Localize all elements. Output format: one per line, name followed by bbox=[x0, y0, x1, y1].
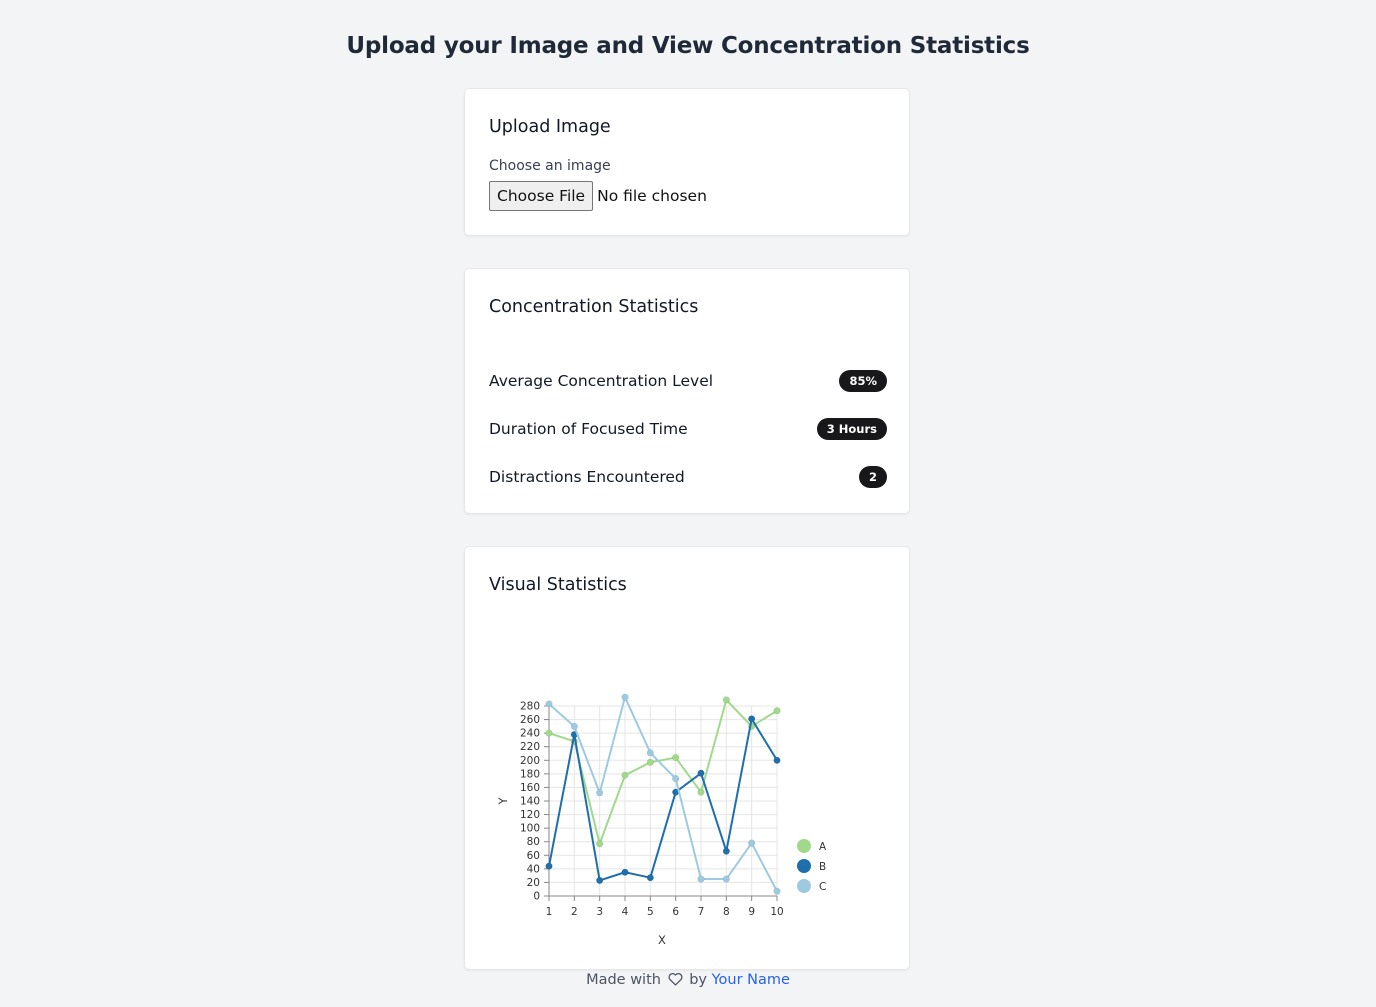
data-point-C bbox=[596, 789, 604, 797]
data-point-C bbox=[748, 839, 756, 847]
y-tick-label: 260 bbox=[520, 714, 540, 726]
stat-badge: 85% bbox=[839, 370, 887, 392]
legend-swatch-B bbox=[797, 859, 811, 873]
stat-label: Average Concentration Level bbox=[489, 372, 714, 390]
stat-row-focused-time: Duration of Focused Time 3 Hours bbox=[489, 417, 887, 441]
data-point-A bbox=[646, 758, 654, 766]
data-point-C bbox=[697, 875, 705, 883]
y-tick-label: 180 bbox=[520, 768, 540, 780]
stat-row-distractions: Distractions Encountered 2 bbox=[489, 465, 887, 489]
x-tick-label: 7 bbox=[698, 906, 705, 918]
x-tick-label: 6 bbox=[672, 906, 679, 918]
y-tick-label: 60 bbox=[527, 850, 540, 862]
y-tick-label: 240 bbox=[520, 728, 540, 740]
page-title: Upload your Image and View Concentration… bbox=[346, 33, 1030, 59]
x-tick-label: 9 bbox=[748, 906, 755, 918]
file-input[interactable]: Choose File No file chosen bbox=[489, 181, 707, 211]
data-point-A bbox=[621, 771, 629, 779]
visual-stats-card: Visual Statistics 0 20 40 60 80 100 120 140 160 1… bbox=[464, 546, 910, 970]
heart-icon bbox=[668, 972, 683, 990]
y-tick-label: 40 bbox=[527, 863, 540, 875]
upload-card: Upload Image Choose an image Choose File… bbox=[464, 88, 910, 236]
footer-prefix: Made with bbox=[586, 972, 661, 988]
file-status-text: No file chosen bbox=[597, 187, 707, 205]
data-point-B bbox=[773, 756, 781, 764]
x-tick-label: 4 bbox=[622, 906, 629, 918]
legend-label-A: A bbox=[819, 841, 827, 853]
data-point-A bbox=[596, 840, 604, 848]
y-tick-label: 0 bbox=[533, 891, 540, 903]
data-point-B bbox=[545, 862, 553, 870]
concentration-stats-card: Concentration Statistics Average Concent… bbox=[464, 268, 910, 514]
y-axis-title: Y bbox=[496, 797, 510, 806]
data-point-B bbox=[596, 876, 604, 884]
footer-author-link[interactable]: Your Name bbox=[712, 972, 790, 988]
data-point-C bbox=[570, 722, 578, 730]
legend-label-C: C bbox=[819, 881, 826, 893]
data-point-C bbox=[545, 700, 553, 708]
data-point-A bbox=[697, 788, 705, 796]
x-tick-label: 5 bbox=[647, 906, 654, 918]
stat-badge: 3 Hours bbox=[816, 418, 887, 440]
data-point-B bbox=[748, 715, 756, 723]
y-tick-label: 160 bbox=[520, 782, 540, 794]
x-tick-label: 8 bbox=[723, 906, 730, 918]
y-tick-label: 220 bbox=[520, 741, 540, 753]
data-point-A bbox=[773, 707, 781, 715]
x-tick-label: 3 bbox=[596, 906, 603, 918]
y-tick-label: 140 bbox=[520, 796, 540, 808]
footer: Made with by Your Name bbox=[0, 972, 1376, 990]
data-point-B bbox=[697, 769, 705, 777]
data-point-A bbox=[722, 696, 730, 704]
data-point-C bbox=[722, 875, 730, 883]
line-chart: 0 20 4060 80100 120140 160 180200 220240 260280 1… bbox=[496, 693, 827, 947]
x-tick-label: 2 bbox=[571, 906, 578, 918]
data-point-C bbox=[672, 775, 680, 783]
y-tick-label: 20 bbox=[527, 877, 540, 889]
x-axis-title: X bbox=[658, 933, 666, 947]
data-point-B bbox=[722, 847, 730, 855]
data-point-C bbox=[646, 749, 654, 757]
data-point-B bbox=[646, 874, 654, 882]
y-tick-label: 80 bbox=[527, 836, 540, 848]
x-tick-label: 1 bbox=[546, 906, 553, 918]
stat-label: Duration of Focused Time bbox=[489, 420, 688, 438]
series-line-C bbox=[548, 696, 778, 892]
y-tick-label: 100 bbox=[520, 823, 540, 835]
data-point-C bbox=[621, 693, 629, 701]
stat-row-average-concentration: Average Concentration Level 85% bbox=[489, 369, 887, 393]
legend-label-B: B bbox=[819, 861, 826, 873]
y-tick-label: 120 bbox=[520, 809, 540, 821]
x-tick-label: 10 bbox=[770, 906, 783, 918]
upload-card-title: Upload Image bbox=[489, 117, 611, 137]
upload-field-label: Choose an image bbox=[489, 158, 611, 174]
stats-card-title: Concentration Statistics bbox=[489, 297, 699, 317]
choose-file-button[interactable]: Choose File bbox=[489, 181, 594, 211]
stat-badge: 2 bbox=[858, 466, 887, 488]
data-point-C bbox=[773, 887, 781, 895]
data-point-B bbox=[621, 868, 629, 876]
series-line-A bbox=[548, 698, 778, 845]
legend-swatch-C bbox=[797, 879, 811, 893]
y-tick-label: 280 bbox=[520, 701, 540, 713]
y-tick-label: 200 bbox=[520, 755, 540, 767]
legend-swatch-A bbox=[797, 839, 811, 853]
stat-label: Distractions Encountered bbox=[489, 468, 685, 486]
data-point-A bbox=[545, 729, 553, 737]
data-point-A bbox=[672, 754, 680, 762]
footer-by: by bbox=[689, 972, 707, 988]
